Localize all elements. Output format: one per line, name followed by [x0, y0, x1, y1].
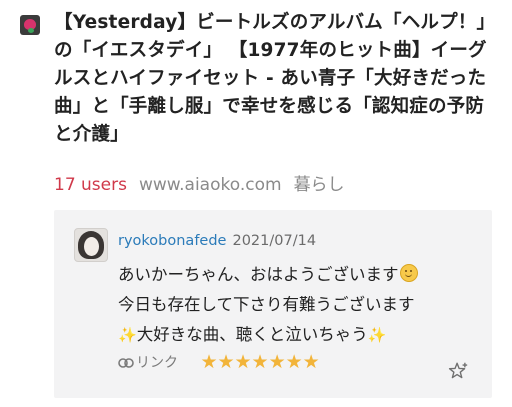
- avatar-face: [84, 237, 99, 256]
- entry-title-link[interactable]: 【Yesterday】ビートルズのアルバム「ヘルプ！」の「イエスタデイ」 【19…: [54, 9, 494, 149]
- comment-line-2: 今日も存在して下さり有難うございます: [118, 295, 415, 314]
- comment-actions: リンク ★★★★★★★: [118, 351, 320, 373]
- comment-line-1-text: あいかーちゃん、おはようございます: [118, 265, 399, 284]
- permalink-link[interactable]: リンク: [118, 355, 182, 371]
- star-rating[interactable]: ★★★★★★★: [200, 351, 319, 373]
- comment-date[interactable]: 2021/07/14: [232, 233, 316, 249]
- sparkle-emoji-right: ✨: [367, 326, 387, 344]
- comment-line-3: ✨大好きな曲、聴くと泣いちゃう✨: [118, 320, 484, 350]
- comment-line-3-text: 大好きな曲、聴くと泣いちゃう: [136, 325, 368, 344]
- user-avatar[interactable]: [74, 228, 108, 262]
- domain-link[interactable]: www.aiaoko.com: [139, 175, 282, 195]
- smiling-face-emoji: [399, 264, 418, 282]
- sparkle-emoji-left: ✨: [118, 326, 137, 344]
- users-count-link[interactable]: 17 users: [54, 175, 127, 195]
- comment-line-1: あいかーちゃん、おはようございます: [118, 260, 484, 290]
- site-favicon: [20, 15, 40, 35]
- favicon-leaf: [28, 28, 34, 33]
- star-add-icon[interactable]: [447, 360, 469, 382]
- link-chain-icon: [118, 358, 134, 368]
- username-link[interactable]: ryokobonafede: [118, 233, 226, 249]
- entry-meta: 17 users www.aiaoko.com 暮らし: [54, 173, 345, 197]
- comment-body: あいかーちゃん、おはようございます 今日も存在して下さり有難うございます ✨大好…: [118, 260, 484, 350]
- bookmark-comment: ryokobonafede 2021/07/14 あいかーちゃん、おはようございま…: [54, 210, 492, 398]
- comment-header: ryokobonafede 2021/07/14: [118, 232, 316, 250]
- category-link[interactable]: 暮らし: [294, 175, 345, 195]
- permalink-label: リンク: [136, 355, 178, 371]
